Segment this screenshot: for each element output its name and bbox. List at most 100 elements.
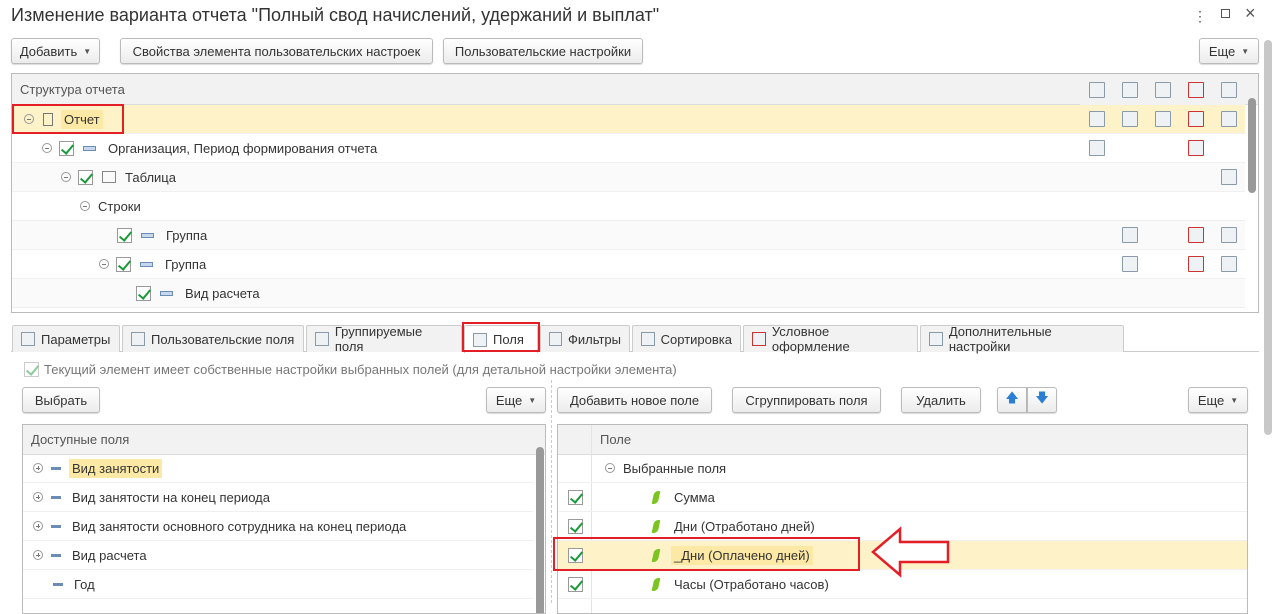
sort-icon[interactable] [1146, 74, 1179, 105]
add-button[interactable]: Добавить ▼ [11, 38, 100, 64]
available-fields-list[interactable]: Доступные поля Вид занятости Вид занятос… [22, 424, 546, 614]
right-more-button[interactable]: Еще ▼ [1188, 387, 1248, 413]
move-down-button[interactable]: 🡇 [1027, 387, 1057, 413]
selected-fields-icon[interactable] [1080, 134, 1113, 163]
expand-icon[interactable] [33, 521, 43, 531]
conditional-format-icon[interactable] [1179, 221, 1212, 250]
sort-icon [641, 332, 655, 346]
structure-header: Структура отчета [12, 74, 1258, 105]
select-button[interactable]: Выбрать [22, 387, 100, 413]
filter-icon[interactable] [1113, 74, 1146, 105]
settings-gear-icon[interactable] [1212, 221, 1245, 250]
table-icon [102, 171, 116, 183]
tab-parameters[interactable]: Параметры [12, 325, 120, 352]
tab-label: Фильтры [567, 331, 621, 347]
own-settings-checkbox[interactable]: Текущий элемент имеет собственные настро… [24, 362, 677, 377]
settings-gear-icon[interactable] [1212, 74, 1245, 105]
selected-fields-icon[interactable] [1080, 74, 1113, 105]
expand-icon[interactable] [33, 492, 43, 502]
settings-gear-icon[interactable] [1212, 163, 1245, 192]
field-label: Вид занятости основного сотрудника на ко… [72, 518, 407, 534]
maximize-icon[interactable] [1221, 9, 1230, 18]
tree-row-report[interactable]: Отчет [12, 105, 1245, 134]
tab-additional-settings[interactable]: Дополнительные настройки [920, 324, 1124, 354]
collapse-icon[interactable] [605, 463, 615, 473]
report-structure-tree[interactable]: Структура отчета Отчет Организация, Пери… [11, 73, 1259, 313]
checkbox[interactable] [568, 576, 583, 592]
tab-user-fields[interactable]: Пользовательские поля [122, 325, 304, 352]
annotation-arrow-icon [871, 526, 950, 578]
more-button[interactable]: Еще ▼ [1199, 38, 1259, 64]
tab-conditional-format[interactable]: Условное оформление [743, 324, 918, 354]
tab-grouping-fields[interactable]: Группируемые поля [306, 324, 462, 354]
checkbox[interactable] [568, 489, 583, 505]
conditional-format-icon[interactable] [1179, 134, 1212, 163]
collapse-icon[interactable] [42, 143, 52, 153]
settings-gear-icon[interactable] [1212, 105, 1245, 134]
tree-row[interactable]: Организация, Период формирования отчета [12, 134, 1245, 163]
element-properties-button[interactable]: Свойства элемента пользовательских настр… [120, 38, 433, 64]
filter-icon[interactable] [1113, 105, 1146, 134]
tree-row[interactable]: Группа [12, 250, 1245, 279]
more-label: Еще [1197, 392, 1225, 408]
tab-filters[interactable]: Фильтры [540, 325, 630, 352]
move-up-button[interactable]: 🡅 [997, 387, 1027, 413]
tree-row[interactable]: Группа [12, 221, 1245, 250]
collapse-icon[interactable] [61, 172, 71, 182]
splitter[interactable] [551, 380, 552, 603]
selected-fields-icon[interactable] [1080, 105, 1113, 134]
expand-icon[interactable] [33, 463, 43, 473]
field-label: Часы (Отработано часов) [674, 576, 829, 592]
conditional-format-icon[interactable] [1179, 250, 1212, 279]
settings-gear-icon[interactable] [1212, 250, 1245, 279]
header-label: Доступные поля [31, 432, 130, 447]
grouping-icon [83, 145, 96, 151]
group-row[interactable]: Выбранные поля [558, 454, 1247, 483]
list-item[interactable]: Вид расчета [23, 541, 533, 570]
checkbox[interactable] [117, 227, 132, 243]
tree-row[interactable]: Строки [12, 192, 1245, 221]
window-menu-icon[interactable]: ⋮ [1193, 8, 1207, 25]
delete-button[interactable]: Удалить [901, 387, 981, 413]
checkbox[interactable] [116, 256, 131, 272]
list-item[interactable]: Сумма [558, 483, 1247, 512]
tree-label: Строки [98, 198, 141, 214]
checkbox[interactable] [136, 285, 151, 301]
filter-icon[interactable] [1113, 250, 1146, 279]
group-fields-button[interactable]: Сгруппировать поля [732, 387, 881, 413]
checkbox[interactable] [568, 518, 583, 534]
close-icon[interactable]: × [1245, 3, 1256, 24]
user-settings-button[interactable]: Пользовательские настройки [443, 38, 643, 64]
list-item[interactable]: Вид занятости основного сотрудника на ко… [23, 512, 533, 541]
expand-icon[interactable] [33, 550, 43, 560]
available-fields-header: Доступные поля [23, 425, 545, 455]
scrollbar[interactable] [1246, 94, 1258, 312]
field-icon [651, 577, 661, 591]
tree-label: Группа [165, 256, 207, 272]
checkbox[interactable] [59, 140, 74, 156]
scrollbar[interactable] [535, 447, 545, 613]
grouping-fields-icon [315, 332, 329, 346]
page-scrollbar[interactable] [1264, 40, 1272, 435]
field-label: Дни (Отработано дней) [674, 518, 815, 534]
tab-sorting[interactable]: Сортировка [632, 325, 741, 352]
conditional-format-icon[interactable] [1179, 105, 1212, 134]
list-item[interactable]: Год [23, 570, 533, 599]
list-item[interactable]: Вид занятости [23, 454, 533, 483]
tree-row[interactable]: Вид расчета [12, 279, 1245, 308]
conditional-format-icon[interactable] [1179, 74, 1212, 105]
checkbox[interactable] [24, 362, 39, 377]
list-item[interactable]: Вид занятости на конец периода [23, 483, 533, 512]
selected-fields-list[interactable]: Поле Выбранные поля Сумма Дни (Отработан… [557, 424, 1248, 614]
collapse-icon[interactable] [99, 259, 109, 269]
sort-icon[interactable] [1146, 105, 1179, 134]
checkbox[interactable] [78, 169, 93, 185]
filter-icon[interactable] [1113, 221, 1146, 250]
tree-row[interactable]: Таблица [12, 163, 1245, 192]
annotation-box-fields-tab [462, 322, 540, 352]
field-icon [51, 524, 61, 528]
annotation-box-report [12, 104, 124, 134]
collapse-icon[interactable] [80, 201, 90, 211]
left-more-button[interactable]: Еще ▼ [486, 387, 546, 413]
add-new-field-button[interactable]: Добавить новое поле [557, 387, 712, 413]
